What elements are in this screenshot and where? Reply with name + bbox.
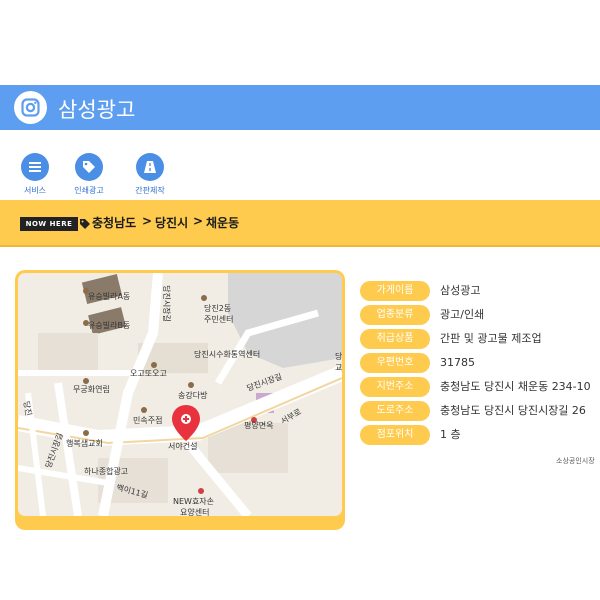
road-label: 당진시장길 [161, 285, 171, 322]
road-label: 당진 [21, 400, 34, 417]
breadcrumb-district[interactable]: 채운동 [206, 214, 239, 231]
list-icon [21, 153, 49, 181]
site-header: 삼성광고 [0, 85, 600, 130]
map-label: 서야건설 [168, 442, 198, 451]
nav-label: 간판제작 [135, 186, 165, 195]
info-value: 삼성광고 [440, 284, 481, 297]
info-key: 지번주소 [360, 377, 430, 397]
info-key: 점포위치 [360, 425, 430, 445]
site-title[interactable]: 삼성광고 [58, 94, 135, 124]
info-key: 취급상품 [360, 329, 430, 349]
info-key: 우편번호 [360, 353, 430, 373]
breadcrumb-city[interactable]: 당진시 [155, 214, 188, 231]
tag-icon [75, 153, 103, 181]
now-here-badge: NOW HERE [20, 217, 78, 231]
info-key: 가게이름 [360, 281, 430, 301]
nav-item-print-ad[interactable]: 인쇄광고 [54, 145, 124, 196]
info-value: 1 층 [440, 428, 461, 441]
map-label: 당진2동 [204, 304, 232, 313]
map-label: 유승빌라B동 [88, 321, 131, 330]
map-label: 무궁화연립 [73, 385, 110, 394]
map-label: NEW효자손 [173, 497, 215, 506]
map-label: 하나종합광고 [84, 467, 129, 476]
store-map[interactable]: 유승빌라A동 유승빌라B동 당진2동 주민센터 당진시수화통역센터 오고또오고 … [18, 273, 342, 516]
map-label: 송강다방 [178, 391, 208, 400]
map-label: 행복샘교회 [66, 439, 103, 448]
info-key: 도로주소 [360, 401, 430, 421]
breadcrumb-separator: > [142, 214, 153, 228]
source-credit: 소상공인시장 [556, 457, 595, 465]
nav-label: 인쇄광고 [74, 186, 104, 195]
info-value: 광고/인쇄 [440, 308, 485, 321]
map-label: 평양면옥 [244, 421, 274, 430]
map-label: 민속주점 [133, 416, 163, 425]
map-label: 당진시수화통역센터 [194, 350, 261, 359]
map-label: 당 교 [335, 352, 342, 372]
category-nav: 서비스 인쇄광고 간판제작 [0, 145, 600, 195]
breadcrumb-province[interactable]: 충청남도 [92, 214, 136, 231]
info-value: 간판 및 광고물 제조업 [440, 332, 542, 345]
map-frame: 유승빌라A동 유승빌라B동 당진2동 주민센터 당진시수화통역센터 오고또오고 … [15, 270, 345, 530]
info-value: 충청남도 당진시 채운동 234-10 [440, 380, 591, 393]
info-value: 충청남도 당진시 당진시장길 26 [440, 404, 586, 417]
road-icon [136, 153, 164, 181]
breadcrumb-separator: > [193, 214, 204, 228]
tag-icon [79, 216, 91, 235]
nav-item-signage[interactable]: 간판제작 [115, 145, 185, 196]
info-key: 업종분류 [360, 305, 430, 325]
map-label: 유승빌라A동 [88, 292, 131, 301]
info-value: 31785 [440, 356, 475, 369]
map-label: 요양센터 [180, 508, 210, 516]
instagram-icon[interactable] [14, 91, 47, 124]
map-label: 오고또오고 [130, 369, 167, 378]
map-label: 주민센터 [204, 315, 234, 324]
